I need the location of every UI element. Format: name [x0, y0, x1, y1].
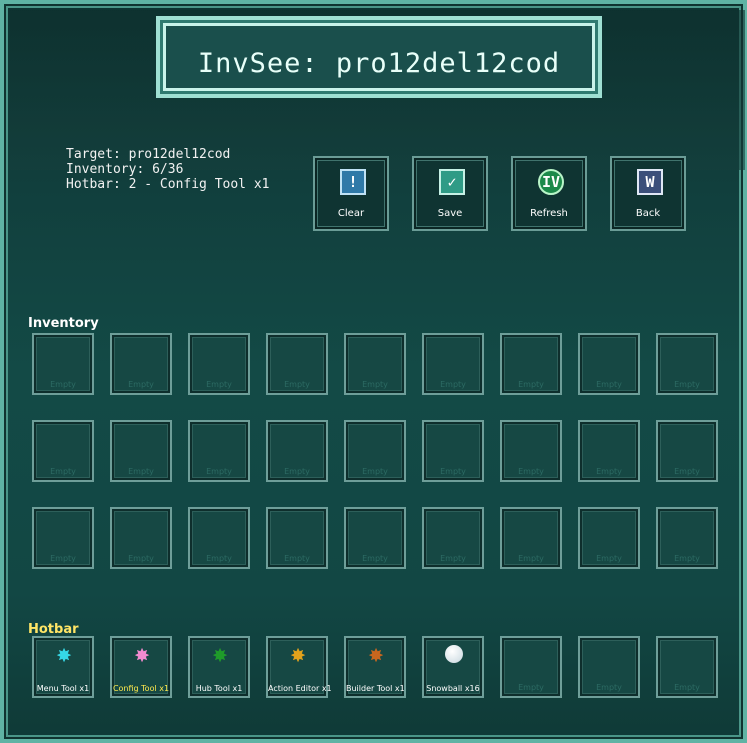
- inventory-slot[interactable]: Empty: [500, 333, 562, 395]
- inventory-slot[interactable]: Empty: [656, 333, 718, 395]
- empty-slot-label: Empty: [596, 554, 622, 563]
- inventory-slot[interactable]: Empty: [344, 507, 406, 569]
- empty-slot-label: Empty: [50, 554, 76, 563]
- item-label: Hub Tool x1: [195, 684, 243, 693]
- empty-slot-label: Empty: [206, 467, 232, 476]
- empty-slot-label: Empty: [128, 467, 154, 476]
- clear-button[interactable]: ! Clear: [313, 156, 389, 231]
- empty-slot-label: Empty: [440, 467, 466, 476]
- inventory-slot[interactable]: Empty: [578, 507, 640, 569]
- item-label: Snowball x16: [426, 684, 480, 693]
- back-icon: W: [637, 169, 663, 195]
- hotbar-slot[interactable]: Empty: [500, 636, 562, 698]
- inventory-slot[interactable]: Empty: [32, 333, 94, 395]
- empty-slot-label: Empty: [596, 467, 622, 476]
- inventory-slot[interactable]: Empty: [344, 333, 406, 395]
- inventory-slot[interactable]: Empty: [188, 333, 250, 395]
- inventory-slot[interactable]: Empty: [32, 420, 94, 482]
- inventory-slot[interactable]: Empty: [110, 420, 172, 482]
- empty-slot-label: Empty: [674, 380, 700, 389]
- inventory-slot[interactable]: Empty: [110, 507, 172, 569]
- inventory-slot[interactable]: Empty: [344, 420, 406, 482]
- hotbar-slot[interactable]: ✸ Builder Tool x1: [344, 636, 406, 698]
- inventory-slot[interactable]: Empty: [110, 333, 172, 395]
- save-button-label: Save: [437, 208, 463, 219]
- empty-slot-label: Empty: [362, 467, 388, 476]
- inventory-slot[interactable]: Empty: [188, 420, 250, 482]
- inventory-slot[interactable]: Empty: [656, 420, 718, 482]
- inventory-slot[interactable]: Empty: [188, 507, 250, 569]
- empty-slot-label: Empty: [284, 467, 310, 476]
- inventory-slot[interactable]: Empty: [422, 420, 484, 482]
- inventory-slot[interactable]: Empty: [422, 507, 484, 569]
- inventory-slot[interactable]: Empty: [266, 507, 328, 569]
- empty-slot-label: Empty: [518, 683, 544, 692]
- hotbar-slot[interactable]: Snowball x16: [422, 636, 484, 698]
- green-gear-icon: ✸: [212, 639, 228, 668]
- refresh-button[interactable]: IV Refresh: [511, 156, 587, 231]
- empty-slot-label: Empty: [674, 683, 700, 692]
- empty-slot-label: Empty: [50, 467, 76, 476]
- empty-slot-label: Empty: [674, 554, 700, 563]
- inventory-section-label: Inventory: [28, 316, 99, 331]
- hotbar-slot[interactable]: Empty: [656, 636, 718, 698]
- item-label: Config Tool x1: [112, 684, 170, 693]
- hotbar-slot[interactable]: ✸ Config Tool x1: [110, 636, 172, 698]
- empty-slot-label: Empty: [518, 380, 544, 389]
- inventory-slot[interactable]: Empty: [32, 507, 94, 569]
- target-info: Target: pro12del12cod Inventory: 6/36 Ho…: [66, 147, 270, 192]
- empty-slot-label: Empty: [596, 683, 622, 692]
- empty-slot-label: Empty: [206, 380, 232, 389]
- inventory-slot[interactable]: Empty: [422, 333, 484, 395]
- empty-slot-label: Empty: [440, 554, 466, 563]
- hotbar-section-label: Hotbar: [28, 622, 79, 637]
- inventory-count-line: Inventory: 6/36: [66, 162, 184, 177]
- page-title: InvSee: pro12del12cod: [197, 48, 561, 79]
- hotbar-slot[interactable]: ✸ Action Editor x1: [266, 636, 332, 698]
- item-label: Menu Tool x1: [36, 684, 90, 693]
- snowball-icon: [445, 645, 463, 663]
- title-panel: InvSee: pro12del12cod: [156, 16, 602, 98]
- item-label: Action Editor x1: [268, 684, 332, 693]
- checkmark-icon: ✓: [439, 169, 465, 195]
- empty-slot-label: Empty: [518, 467, 544, 476]
- clear-button-label: Clear: [337, 208, 365, 219]
- inventory-slot[interactable]: Empty: [500, 420, 562, 482]
- orange-gear-icon: ✸: [368, 639, 384, 668]
- invsee-window: InvSee: pro12del12cod Target: pro12del12…: [0, 0, 747, 743]
- empty-slot-label: Empty: [284, 554, 310, 563]
- gold-gear-icon: ✸: [290, 639, 306, 668]
- empty-slot-label: Empty: [362, 380, 388, 389]
- hotbar-slot[interactable]: Empty: [578, 636, 640, 698]
- hotbar-slot[interactable]: ✸ Menu Tool x1: [32, 636, 94, 698]
- empty-slot-label: Empty: [362, 554, 388, 563]
- item-label: Builder Tool x1: [346, 684, 405, 693]
- hotbar-slot[interactable]: ✸ Hub Tool x1: [188, 636, 250, 698]
- empty-slot-label: Empty: [518, 554, 544, 563]
- refresh-orb-icon: IV: [538, 169, 564, 195]
- cyan-gear-icon: ✸: [56, 639, 72, 668]
- empty-slot-label: Empty: [50, 380, 76, 389]
- empty-slot-label: Empty: [674, 467, 700, 476]
- inventory-slot[interactable]: Empty: [656, 507, 718, 569]
- back-button[interactable]: W Back: [610, 156, 686, 231]
- empty-slot-label: Empty: [284, 380, 310, 389]
- save-button[interactable]: ✓ Save: [412, 156, 488, 231]
- inventory-slot[interactable]: Empty: [578, 333, 640, 395]
- hotbar-line: Hotbar: 2 - Config Tool x1: [66, 177, 270, 192]
- empty-slot-label: Empty: [128, 554, 154, 563]
- pink-gear-icon: ✸: [134, 639, 150, 668]
- inventory-slot[interactable]: Empty: [500, 507, 562, 569]
- empty-slot-label: Empty: [128, 380, 154, 389]
- back-button-label: Back: [635, 208, 661, 219]
- empty-slot-label: Empty: [206, 554, 232, 563]
- empty-slot-label: Empty: [440, 380, 466, 389]
- inventory-slot[interactable]: Empty: [266, 333, 328, 395]
- empty-slot-label: Empty: [596, 380, 622, 389]
- exclamation-icon: !: [340, 169, 366, 195]
- refresh-button-label: Refresh: [530, 208, 568, 219]
- target-line: Target: pro12del12cod: [66, 147, 231, 162]
- inventory-slot[interactable]: Empty: [578, 420, 640, 482]
- inventory-slot[interactable]: Empty: [266, 420, 328, 482]
